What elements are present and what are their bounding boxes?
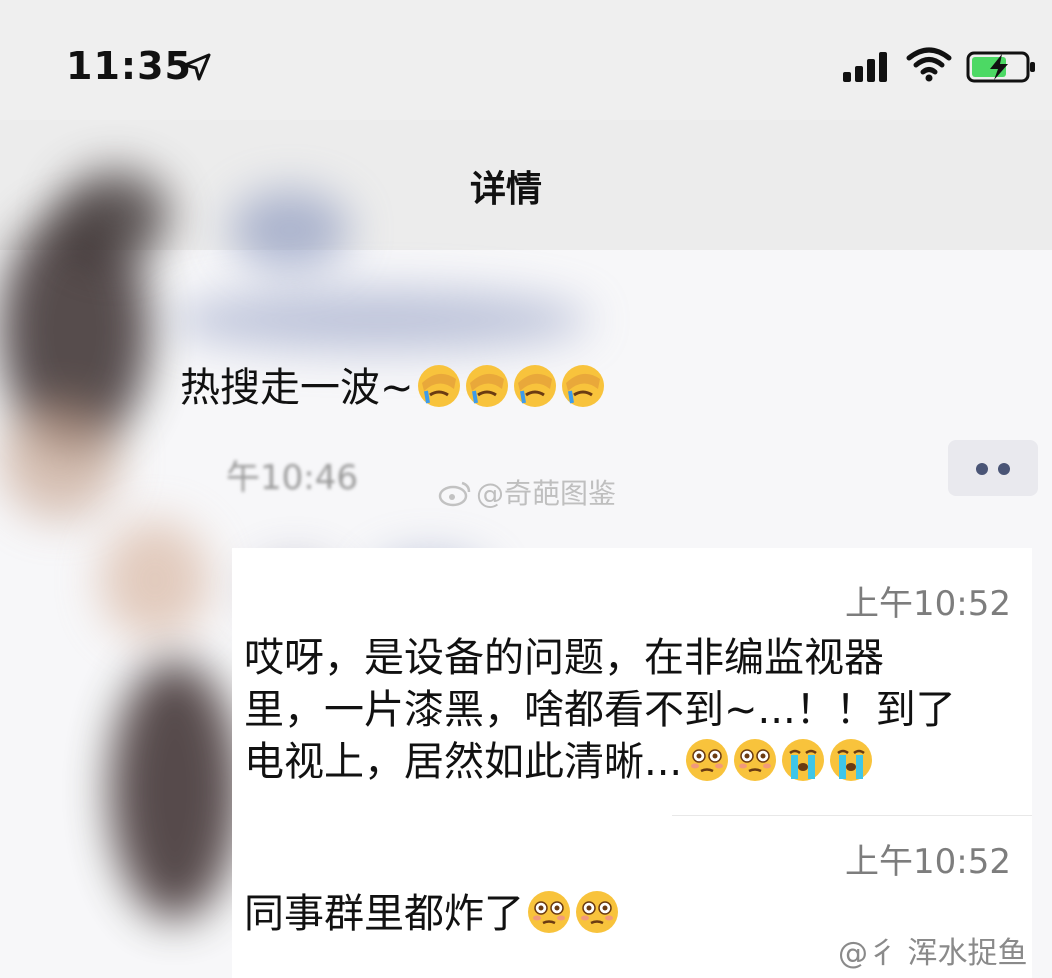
facepalm-emoji-icon xyxy=(512,363,558,409)
privacy-blur xyxy=(100,520,210,640)
more-dots-icon xyxy=(976,463,988,475)
loudly-crying-emoji-icon xyxy=(828,737,874,783)
message-body: 电视上，居然如此清晰... xyxy=(244,739,683,785)
message-line: 哎呀，是设备的问题，在非编监视器 xyxy=(244,635,884,681)
flushed-emoji-icon xyxy=(684,737,730,783)
location-arrow-icon xyxy=(183,53,211,81)
battery-charging-icon xyxy=(966,51,1035,83)
facepalm-emoji-icon xyxy=(464,363,510,409)
watermark: @彳 浑水捉鱼 xyxy=(838,936,1028,971)
nav-title: 详情 xyxy=(470,160,542,212)
message-line: 同事群里都炸了 xyxy=(244,888,620,940)
flushed-emoji-icon xyxy=(526,889,572,935)
flushed-emoji-icon xyxy=(574,889,620,935)
message-divider xyxy=(672,815,1032,816)
weibo-logo-icon xyxy=(438,481,471,507)
privacy-blur xyxy=(60,170,170,260)
message-body: 同事群里都炸了 xyxy=(244,891,524,937)
loudly-crying-emoji-icon xyxy=(780,737,826,783)
message-text: 热搜走一波~ xyxy=(180,362,606,414)
message-time: 上午10:52 xyxy=(845,584,1011,624)
privacy-blur xyxy=(230,190,350,270)
message-time: 午10:46 xyxy=(226,458,358,498)
more-dots-icon xyxy=(998,463,1010,475)
message-body: 热搜走一波~ xyxy=(180,365,414,411)
watermark: @奇葩图鉴 xyxy=(438,472,616,512)
flushed-emoji-icon xyxy=(732,737,778,783)
message-time: 上午10:52 xyxy=(845,842,1011,882)
watermark-text: @奇葩图鉴 xyxy=(476,477,617,510)
more-button[interactable] xyxy=(948,440,1038,496)
cellular-signal-icon xyxy=(843,52,887,82)
message-line: 里，一片漆黑，啥都看不到~...！！到了 xyxy=(244,687,956,733)
privacy-blur xyxy=(170,290,590,350)
nav-title-text: 详情 xyxy=(470,169,543,210)
status-time: 11:35 xyxy=(66,44,192,88)
privacy-blur xyxy=(0,400,120,520)
privacy-blur xyxy=(110,660,240,920)
facepalm-emoji-icon xyxy=(560,363,606,409)
wifi-icon xyxy=(906,47,952,82)
facepalm-emoji-icon xyxy=(416,363,462,409)
message-line: 电视上，居然如此清晰... xyxy=(244,736,874,788)
